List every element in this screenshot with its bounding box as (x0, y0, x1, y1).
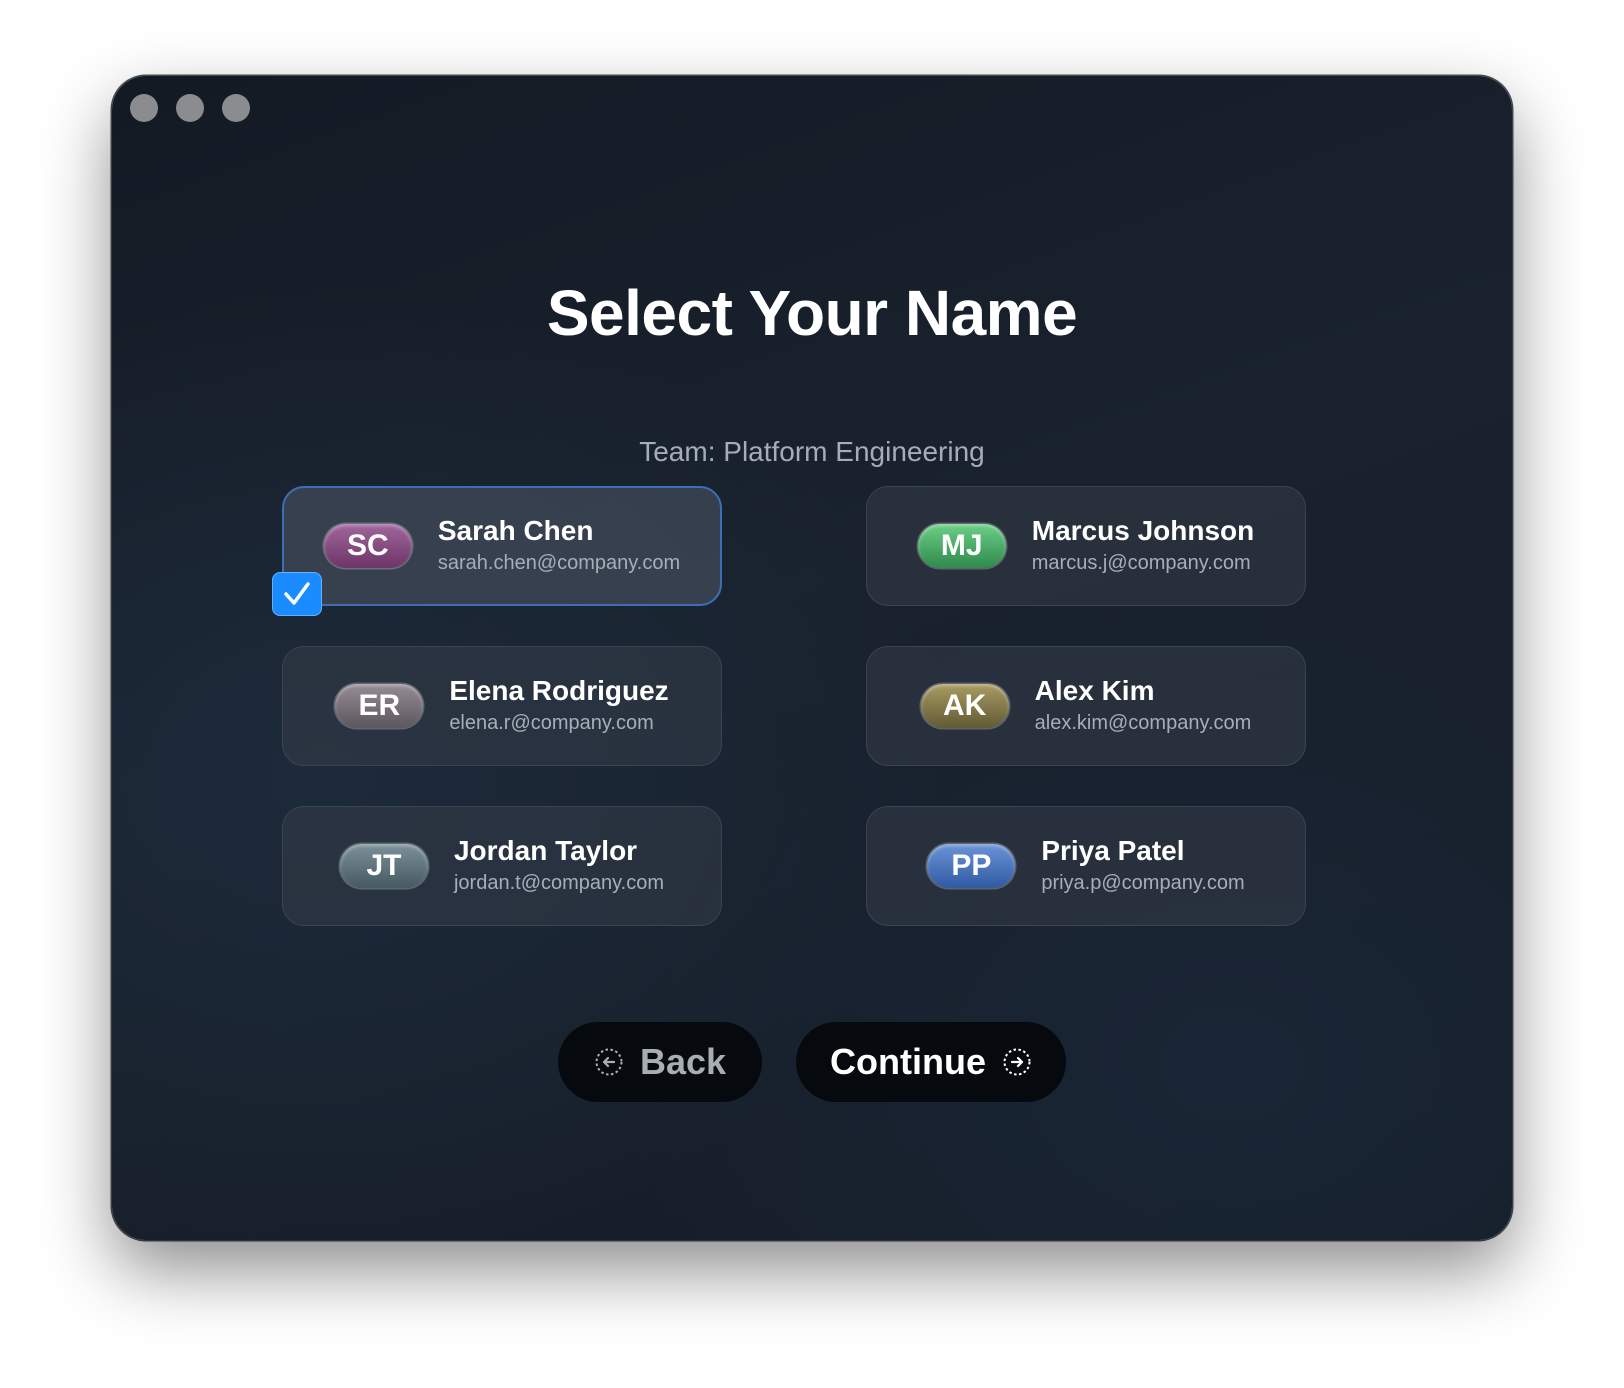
user-email: alex.kim@company.com (1034, 712, 1252, 734)
user-name: Priya Patel (1041, 835, 1185, 866)
window-controls (130, 94, 250, 122)
avatar: ER (335, 684, 424, 728)
back-button[interactable]: Back (558, 1022, 762, 1102)
user-card-marcus-johnson[interactable]: MJ Marcus Johnson marcus.j@company.com (866, 486, 1306, 606)
user-card-alex-kim[interactable]: AK Alex Kim alex.kim@company.com (866, 646, 1306, 766)
user-email: sarah.chen@company.com (437, 552, 681, 574)
user-name: Jordan Taylor (453, 835, 638, 866)
user-name: Marcus Johnson (1031, 515, 1255, 546)
back-label: Back (639, 1041, 727, 1082)
avatar: MJ (917, 524, 1006, 568)
user-email: jordan.t@company.com (453, 872, 665, 894)
user-card-priya-patel[interactable]: PP Priya Patel priya.p@company.com (866, 806, 1306, 926)
avatar: AK (920, 684, 1009, 728)
minimize-window-button[interactable] (176, 94, 204, 122)
checkmark-icon (272, 572, 322, 616)
user-name: Sarah Chen (437, 515, 594, 546)
continue-button[interactable]: Continue (796, 1022, 1066, 1102)
user-card-jordan-taylor[interactable]: JT Jordan Taylor jordan.t@company.com (282, 806, 722, 926)
close-window-button[interactable] (130, 94, 158, 122)
page-title: Select Your Name (546, 277, 1078, 349)
user-email: elena.r@company.com (449, 712, 654, 734)
user-email: priya.p@company.com (1041, 872, 1245, 894)
continue-label: Continue (830, 1041, 986, 1082)
user-card-sarah-chen[interactable]: SC Sarah Chen sarah.chen@company.com (272, 486, 722, 616)
team-subtitle: Team: Platform Engineering (639, 436, 985, 467)
zoom-window-button[interactable] (222, 94, 250, 122)
user-email: marcus.j@company.com (1031, 552, 1251, 574)
user-name: Alex Kim (1034, 675, 1155, 706)
user-name: Elena Rodriguez (449, 675, 669, 706)
avatar: PP (927, 844, 1016, 888)
arrow-left-circle-icon (594, 1047, 624, 1077)
avatar: JT (339, 844, 428, 888)
user-card-elena-rodriguez[interactable]: ER Elena Rodriguez elena.r@company.com (282, 646, 722, 766)
avatar: SC (323, 524, 412, 568)
arrow-right-circle-icon (1002, 1047, 1032, 1077)
